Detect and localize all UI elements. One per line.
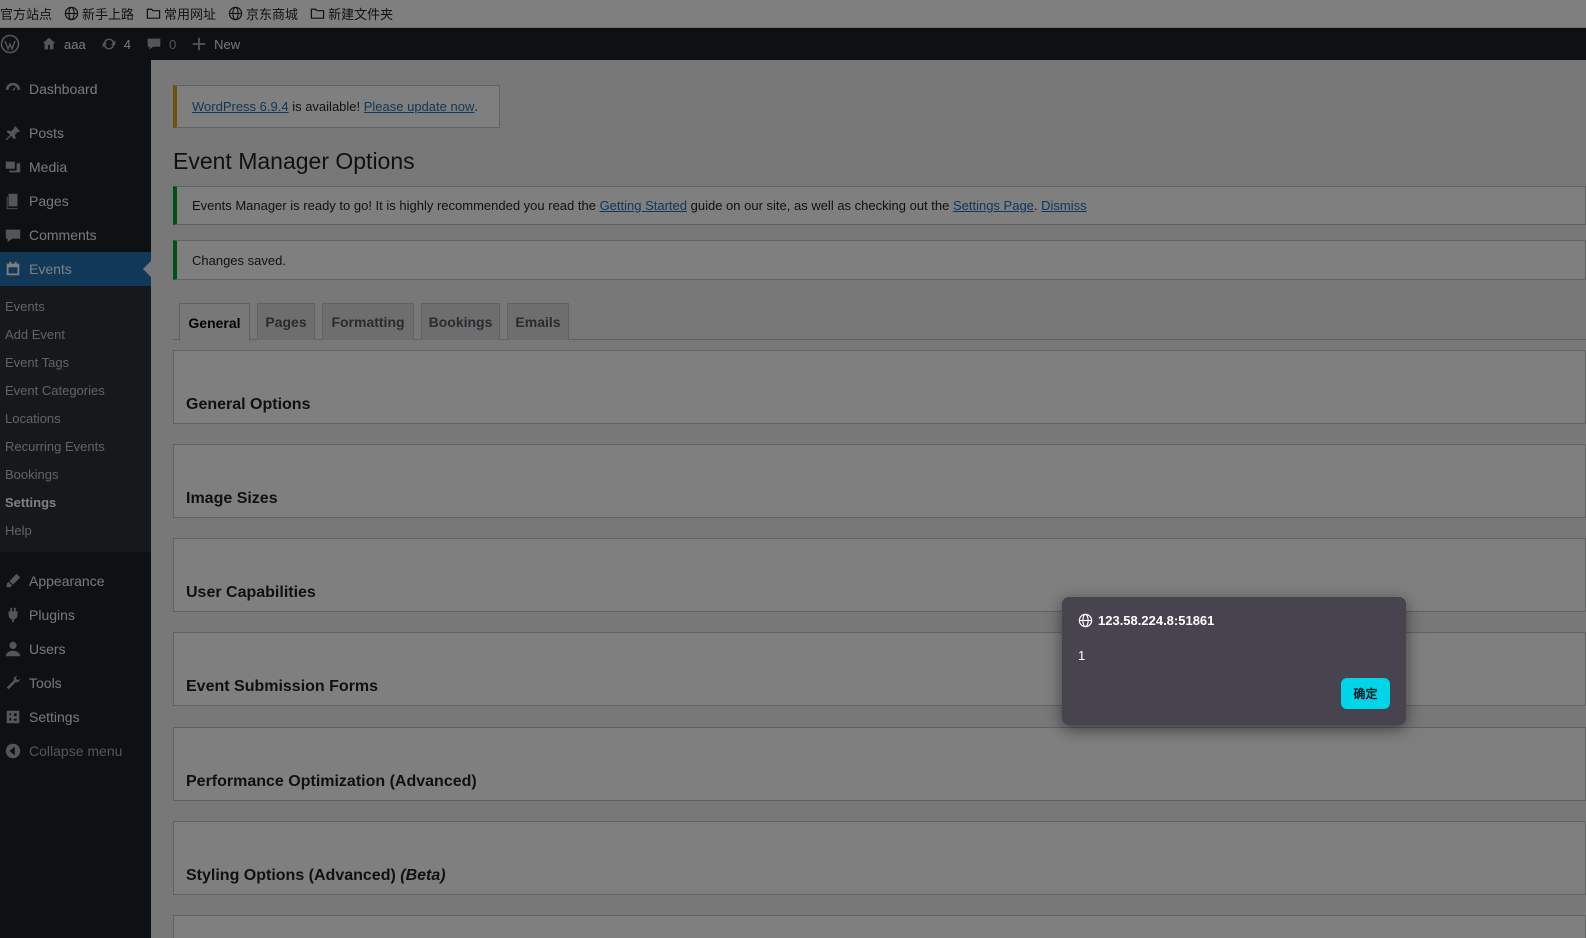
globe-icon bbox=[1078, 613, 1093, 628]
modal-overlay bbox=[0, 0, 1586, 938]
dialog-ok-button[interactable]: 确定 bbox=[1341, 678, 1390, 709]
dialog-origin-text: 123.58.224.8:51861 bbox=[1098, 613, 1215, 628]
dialog-message: 1 bbox=[1078, 648, 1086, 663]
dialog-origin: 123.58.224.8:51861 bbox=[1078, 613, 1214, 628]
alert-dialog: 123.58.224.8:51861 1 确定 bbox=[1062, 597, 1406, 725]
